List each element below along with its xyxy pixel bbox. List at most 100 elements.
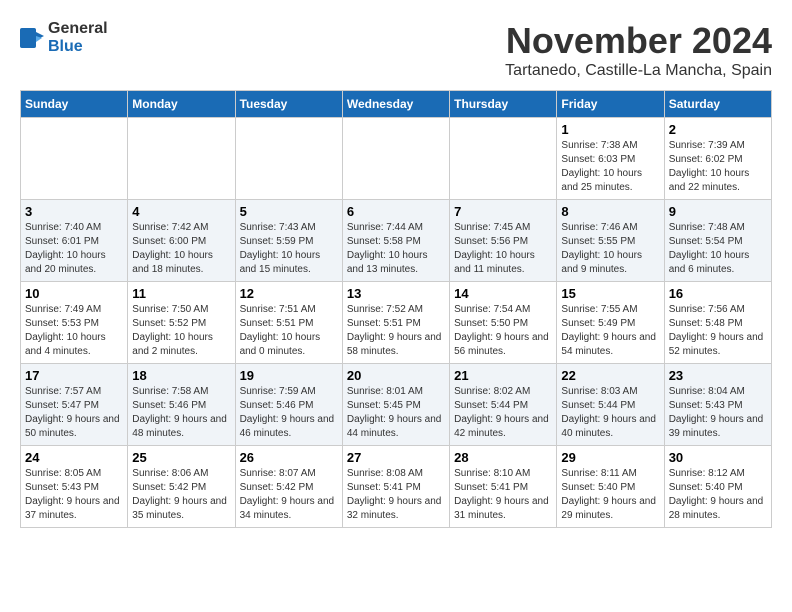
day-info: Sunrise: 7:40 AM Sunset: 6:01 PM Dayligh… bbox=[25, 221, 123, 277]
logo-text: General Blue bbox=[48, 20, 108, 56]
calendar-table: SundayMondayTuesdayWednesdayThursdayFrid… bbox=[20, 90, 772, 528]
calendar-cell: 20 Sunrise: 8:01 AM Sunset: 5:45 PM Dayli… bbox=[342, 364, 449, 446]
day-number: 18 bbox=[132, 368, 230, 383]
day-number: 25 bbox=[132, 450, 230, 465]
day-number: 12 bbox=[240, 286, 338, 301]
calendar-cell: 15 Sunrise: 7:55 AM Sunset: 5:49 PM Dayli… bbox=[557, 282, 664, 364]
day-info: Sunrise: 7:45 AM Sunset: 5:56 PM Dayligh… bbox=[454, 221, 552, 277]
month-year-title: November 2024 bbox=[505, 20, 772, 62]
day-number: 28 bbox=[454, 450, 552, 465]
day-info: Sunrise: 8:07 AM Sunset: 5:42 PM Dayligh… bbox=[240, 467, 338, 523]
day-info: Sunrise: 7:48 AM Sunset: 5:54 PM Dayligh… bbox=[669, 221, 767, 277]
day-number: 7 bbox=[454, 204, 552, 219]
calendar-cell: 4Sunrise: 7:42 AM Sunset: 6:00 PM Daylig… bbox=[128, 200, 235, 282]
calendar-cell: 18 Sunrise: 7:58 AM Sunset: 5:46 PM Dayli… bbox=[128, 364, 235, 446]
day-number: 14 bbox=[454, 286, 552, 301]
calendar-cell: 25 Sunrise: 8:06 AM Sunset: 5:42 PM Dayli… bbox=[128, 446, 235, 528]
weekday-header-tuesday: Tuesday bbox=[235, 91, 342, 118]
day-info: Sunrise: 8:11 AM Sunset: 5:40 PM Dayligh… bbox=[561, 467, 659, 523]
calendar-cell: 13 Sunrise: 7:52 AM Sunset: 5:51 PM Dayli… bbox=[342, 282, 449, 364]
day-info: Sunrise: 7:38 AM Sunset: 6:03 PM Dayligh… bbox=[561, 139, 659, 195]
calendar-cell: 24 Sunrise: 8:05 AM Sunset: 5:43 PM Dayli… bbox=[21, 446, 128, 528]
day-number: 6 bbox=[347, 204, 445, 219]
day-number: 26 bbox=[240, 450, 338, 465]
day-number: 19 bbox=[240, 368, 338, 383]
calendar-cell: 30Sunrise: 8:12 AM Sunset: 5:40 PM Dayli… bbox=[664, 446, 771, 528]
calendar-cell: 12 Sunrise: 7:51 AM Sunset: 5:51 PM Dayli… bbox=[235, 282, 342, 364]
day-info: Sunrise: 7:55 AM Sunset: 5:49 PM Dayligh… bbox=[561, 303, 659, 359]
calendar-cell: 27 Sunrise: 8:08 AM Sunset: 5:41 PM Dayli… bbox=[342, 446, 449, 528]
calendar-cell: 23 Sunrise: 8:04 AM Sunset: 5:43 PM Dayli… bbox=[664, 364, 771, 446]
day-info: Sunrise: 8:05 AM Sunset: 5:43 PM Dayligh… bbox=[25, 467, 123, 523]
calendar-week-row: 17 Sunrise: 7:57 AM Sunset: 5:47 PM Dayli… bbox=[21, 364, 772, 446]
day-number: 8 bbox=[561, 204, 659, 219]
day-number: 27 bbox=[347, 450, 445, 465]
day-number: 20 bbox=[347, 368, 445, 383]
day-number: 3 bbox=[25, 204, 123, 219]
logo-icon bbox=[20, 28, 44, 48]
day-info: Sunrise: 7:54 AM Sunset: 5:50 PM Dayligh… bbox=[454, 303, 552, 359]
calendar-week-row: 3 Sunrise: 7:40 AM Sunset: 6:01 PM Daylig… bbox=[21, 200, 772, 282]
location-subtitle: Tartanedo, Castille-La Mancha, Spain bbox=[505, 62, 772, 80]
day-info: Sunrise: 7:56 AM Sunset: 5:48 PM Dayligh… bbox=[669, 303, 767, 359]
calendar-cell bbox=[21, 118, 128, 200]
day-info: Sunrise: 8:06 AM Sunset: 5:42 PM Dayligh… bbox=[132, 467, 230, 523]
day-number: 11 bbox=[132, 286, 230, 301]
weekday-header-row: SundayMondayTuesdayWednesdayThursdayFrid… bbox=[21, 91, 772, 118]
day-info: Sunrise: 7:58 AM Sunset: 5:46 PM Dayligh… bbox=[132, 385, 230, 441]
day-info: Sunrise: 7:57 AM Sunset: 5:47 PM Dayligh… bbox=[25, 385, 123, 441]
calendar-cell: 11 Sunrise: 7:50 AM Sunset: 5:52 PM Dayli… bbox=[128, 282, 235, 364]
day-number: 17 bbox=[25, 368, 123, 383]
logo-general: General bbox=[48, 20, 108, 37]
day-number: 21 bbox=[454, 368, 552, 383]
calendar-cell: 19Sunrise: 7:59 AM Sunset: 5:46 PM Dayli… bbox=[235, 364, 342, 446]
calendar-week-row: 24 Sunrise: 8:05 AM Sunset: 5:43 PM Dayli… bbox=[21, 446, 772, 528]
calendar-body: 1Sunrise: 7:38 AM Sunset: 6:03 PM Daylig… bbox=[21, 118, 772, 528]
calendar-cell: 14 Sunrise: 7:54 AM Sunset: 5:50 PM Dayli… bbox=[450, 282, 557, 364]
day-number: 23 bbox=[669, 368, 767, 383]
weekday-header-sunday: Sunday bbox=[21, 91, 128, 118]
day-info: Sunrise: 8:01 AM Sunset: 5:45 PM Dayligh… bbox=[347, 385, 445, 441]
day-info: Sunrise: 7:43 AM Sunset: 5:59 PM Dayligh… bbox=[240, 221, 338, 277]
day-number: 13 bbox=[347, 286, 445, 301]
calendar-week-row: 10Sunrise: 7:49 AM Sunset: 5:53 PM Dayli… bbox=[21, 282, 772, 364]
day-info: Sunrise: 8:08 AM Sunset: 5:41 PM Dayligh… bbox=[347, 467, 445, 523]
calendar-cell: 3 Sunrise: 7:40 AM Sunset: 6:01 PM Daylig… bbox=[21, 200, 128, 282]
calendar-cell bbox=[450, 118, 557, 200]
calendar-cell: 5 Sunrise: 7:43 AM Sunset: 5:59 PM Daylig… bbox=[235, 200, 342, 282]
day-number: 15 bbox=[561, 286, 659, 301]
day-number: 9 bbox=[669, 204, 767, 219]
calendar-cell: 28 Sunrise: 8:10 AM Sunset: 5:41 PM Dayli… bbox=[450, 446, 557, 528]
day-number: 30 bbox=[669, 450, 767, 465]
day-info: Sunrise: 8:04 AM Sunset: 5:43 PM Dayligh… bbox=[669, 385, 767, 441]
calendar-cell: 16Sunrise: 7:56 AM Sunset: 5:48 PM Dayli… bbox=[664, 282, 771, 364]
title-section: November 2024 Tartanedo, Castille-La Man… bbox=[505, 20, 772, 80]
calendar-cell: 21Sunrise: 8:02 AM Sunset: 5:44 PM Dayli… bbox=[450, 364, 557, 446]
calendar-cell: 2Sunrise: 7:39 AM Sunset: 6:02 PM Daylig… bbox=[664, 118, 771, 200]
day-number: 2 bbox=[669, 122, 767, 137]
calendar-week-row: 1Sunrise: 7:38 AM Sunset: 6:03 PM Daylig… bbox=[21, 118, 772, 200]
day-number: 22 bbox=[561, 368, 659, 383]
weekday-header-monday: Monday bbox=[128, 91, 235, 118]
calendar-cell: 6Sunrise: 7:44 AM Sunset: 5:58 PM Daylig… bbox=[342, 200, 449, 282]
day-number: 5 bbox=[240, 204, 338, 219]
calendar-cell bbox=[235, 118, 342, 200]
day-info: Sunrise: 8:10 AM Sunset: 5:41 PM Dayligh… bbox=[454, 467, 552, 523]
calendar-cell bbox=[128, 118, 235, 200]
calendar-cell: 17 Sunrise: 7:57 AM Sunset: 5:47 PM Dayli… bbox=[21, 364, 128, 446]
day-info: Sunrise: 8:03 AM Sunset: 5:44 PM Dayligh… bbox=[561, 385, 659, 441]
day-info: Sunrise: 7:50 AM Sunset: 5:52 PM Dayligh… bbox=[132, 303, 230, 359]
calendar-cell: 8Sunrise: 7:46 AM Sunset: 5:55 PM Daylig… bbox=[557, 200, 664, 282]
day-number: 10 bbox=[25, 286, 123, 301]
day-number: 24 bbox=[25, 450, 123, 465]
logo-blue: Blue bbox=[48, 38, 83, 55]
logo: General Blue bbox=[20, 20, 108, 56]
day-info: Sunrise: 7:42 AM Sunset: 6:00 PM Dayligh… bbox=[132, 221, 230, 277]
calendar-cell: 10Sunrise: 7:49 AM Sunset: 5:53 PM Dayli… bbox=[21, 282, 128, 364]
calendar-cell: 26 Sunrise: 8:07 AM Sunset: 5:42 PM Dayli… bbox=[235, 446, 342, 528]
calendar-cell bbox=[342, 118, 449, 200]
day-info: Sunrise: 7:52 AM Sunset: 5:51 PM Dayligh… bbox=[347, 303, 445, 359]
day-info: Sunrise: 7:51 AM Sunset: 5:51 PM Dayligh… bbox=[240, 303, 338, 359]
calendar-cell: 29Sunrise: 8:11 AM Sunset: 5:40 PM Dayli… bbox=[557, 446, 664, 528]
page-header: General Blue November 2024 Tartanedo, Ca… bbox=[20, 20, 772, 80]
